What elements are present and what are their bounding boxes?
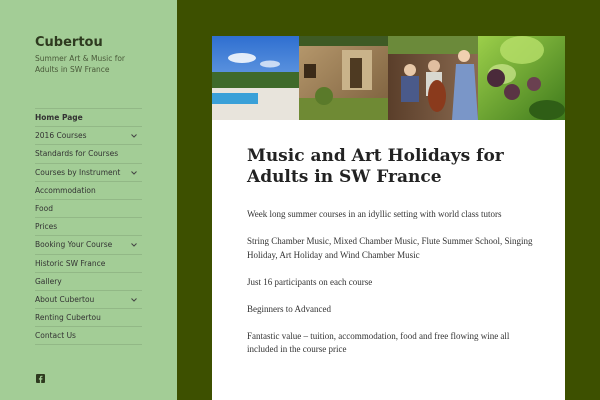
main-content: Music and Art Holidays for Adults in SW … — [212, 36, 565, 400]
nav-item-label: Food — [35, 203, 53, 213]
post-title: Music and Art Holidays for Adults in SW … — [247, 146, 504, 187]
nav-item-label: Historic SW France — [35, 258, 106, 268]
nav-item-courses-by-instrument[interactable]: Courses by Instrument — [35, 164, 142, 182]
site-title[interactable]: Cubertou — [35, 35, 103, 50]
chevron-down-icon[interactable] — [130, 133, 138, 139]
sidebar: Cubertou Summer Art & Music for Adults i… — [0, 0, 177, 400]
post-paragraph: Fantastic value – tuition, accommodation… — [247, 330, 510, 355]
header-photo-banner — [212, 36, 565, 120]
nav-item-label: Accommodation — [35, 185, 96, 195]
nav-item-historic-sw-france[interactable]: Historic SW France — [35, 255, 142, 273]
post-paragraph: Beginners to Advanced — [247, 303, 331, 314]
post-body: Week long summer courses in an idyllic s… — [247, 208, 537, 370]
chevron-down-icon[interactable] — [130, 242, 138, 248]
nav-item-prices[interactable]: Prices — [35, 218, 142, 237]
post-paragraph: Just 16 participants on each course — [247, 276, 373, 287]
nav-item-accommodation[interactable]: Accommodation — [35, 182, 142, 200]
nav-item-label: Home Page — [35, 113, 83, 122]
nav-item-label: Contact Us — [35, 331, 76, 341]
musicians-photo — [388, 36, 478, 120]
figs-photo — [478, 36, 565, 120]
main-navigation: Home Page 2016 Courses Standards for Cou… — [35, 108, 142, 346]
nav-item-label: Prices — [35, 222, 58, 232]
nav-item-label: Standards for Courses — [35, 149, 119, 159]
nav-item-standards-for-courses[interactable]: Standards for Courses — [35, 145, 142, 164]
pool-photo — [212, 36, 299, 120]
chevron-down-icon[interactable] — [130, 170, 138, 176]
stone-house-photo — [299, 36, 388, 120]
nav-item-label: Courses by Instrument — [35, 167, 121, 177]
facebook-icon[interactable] — [36, 374, 45, 383]
nav-item-label: 2016 Courses — [35, 131, 87, 141]
chevron-down-icon[interactable] — [130, 297, 138, 303]
nav-item-home-page[interactable]: Home Page — [35, 109, 142, 128]
nav-item-label: Renting Cubertou — [35, 313, 101, 323]
post-paragraph: String Chamber Music, Mixed Chamber Musi… — [247, 236, 533, 260]
site-description: Summer Art & Music for Adults in SW Fran… — [35, 54, 126, 74]
nav-item-gallery[interactable]: Gallery — [35, 273, 142, 291]
nav-item-2016-courses[interactable]: 2016 Courses — [35, 127, 142, 146]
nav-item-label: About Cubertou — [35, 294, 95, 304]
nav-item-about-cubertou[interactable]: About Cubertou — [35, 291, 142, 310]
nav-item-booking-your-course[interactable]: Booking Your Course — [35, 236, 142, 255]
nav-item-label: Booking Your Course — [35, 240, 113, 250]
nav-item-food[interactable]: Food — [35, 200, 142, 219]
post-paragraph: Week long summer courses in an idyllic s… — [247, 209, 502, 219]
nav-item-contact-us[interactable]: Contact Us — [35, 327, 142, 346]
nav-item-label: Gallery — [35, 276, 62, 286]
nav-item-renting-cubertou[interactable]: Renting Cubertou — [35, 309, 142, 328]
